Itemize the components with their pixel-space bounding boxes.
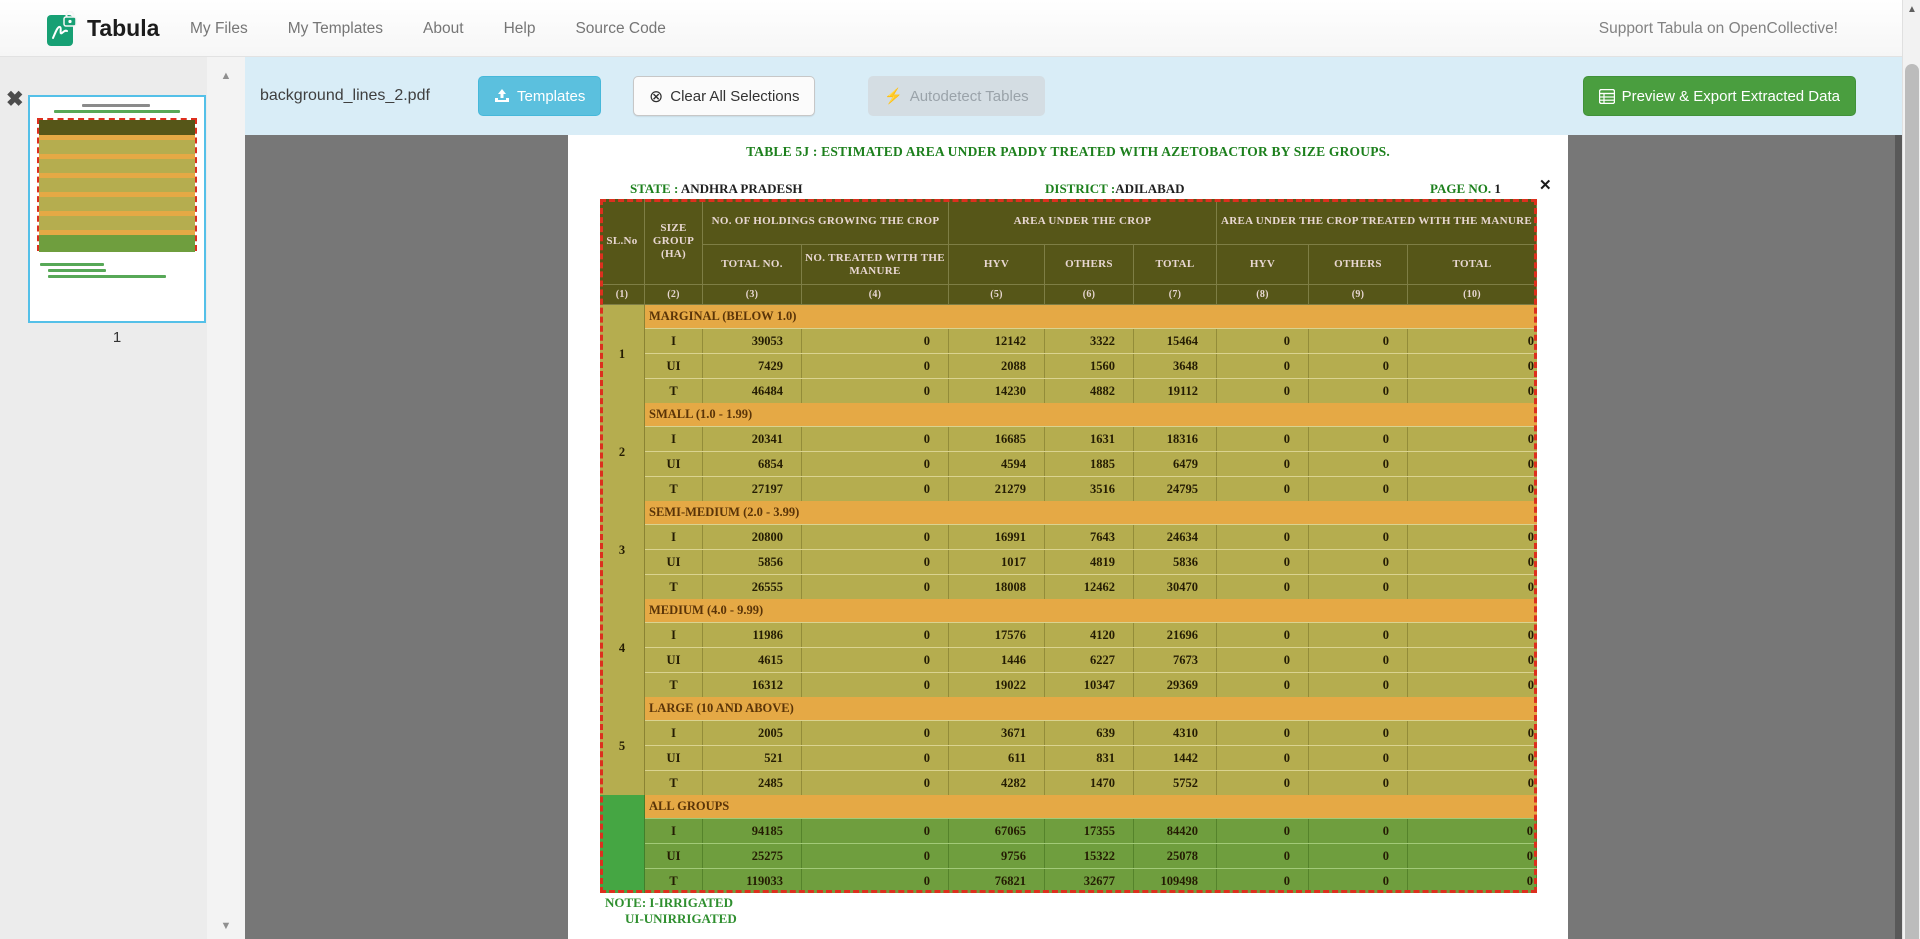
preview-export-button[interactable]: Preview & Export Extracted Data [1583, 76, 1856, 116]
pdf-viewer-area: TABLE 5J : ESTIMATED AREA UNDER PADDY TR… [245, 135, 1902, 939]
thumb-subtitle-line [54, 110, 180, 113]
pdf-table-title: TABLE 5J : ESTIMATED AREA UNDER PADDY TR… [568, 144, 1568, 160]
nav-my-templates[interactable]: My Templates [288, 20, 383, 38]
tabula-app: Tabula My Files My Templates About Help … [0, 0, 1920, 939]
filename-label: background_lines_2.pdf [260, 57, 430, 135]
clear-all-selections-button[interactable]: ⊗ Clear All Selections [633, 76, 815, 116]
clear-button-label: Clear All Selections [670, 88, 799, 105]
autodetect-tables-button[interactable]: ⚡ Autodetect Tables [868, 76, 1045, 116]
pdf-page[interactable]: TABLE 5J : ESTIMATED AREA UNDER PADDY TR… [568, 135, 1568, 939]
district-meta: DISTRICT :ADILABAD [1045, 181, 1185, 197]
nav-help[interactable]: Help [504, 20, 536, 38]
nav-my-files[interactable]: My Files [190, 20, 248, 38]
pageno-meta: PAGE NO. 1 [1430, 181, 1501, 197]
support-link[interactable]: Support Tabula on OpenCollective! [1599, 0, 1838, 57]
scroll-up-icon[interactable]: ▲ [207, 70, 245, 82]
page-1-thumbnail[interactable] [28, 95, 206, 323]
thumb-title-line [82, 104, 150, 107]
thumb-note-line [40, 263, 104, 266]
clear-circle-x-icon: ⊗ [649, 88, 663, 105]
autodetect-button-label: Autodetect Tables [910, 88, 1029, 105]
table-selection-box[interactable] [600, 199, 1537, 893]
export-button-label: Preview & Export Extracted Data [1622, 88, 1840, 105]
thumb-note-line [48, 275, 166, 278]
tabula-logo-icon [47, 11, 78, 46]
brand-name: Tabula [87, 15, 159, 42]
nav-source-code[interactable]: Source Code [575, 20, 665, 38]
scrollbar-thumb[interactable] [1905, 64, 1919, 939]
nav-links: My Files My Templates About Help Source … [190, 0, 666, 57]
thumb-note-line [48, 269, 106, 272]
bolt-icon: ⚡ [884, 87, 903, 105]
templates-button-label: Templates [517, 88, 585, 105]
page-number-label: 1 [28, 329, 206, 346]
brand[interactable]: Tabula [47, 0, 159, 57]
state-meta: STATE : ANDHRA PRADESH [630, 181, 803, 197]
selection-close-icon[interactable]: ✕ [1539, 178, 1552, 193]
table-list-icon [1599, 89, 1615, 104]
toolbar: background_lines_2.pdf Templates ⊗ Clear… [245, 57, 1902, 135]
scroll-down-icon[interactable]: ▼ [207, 920, 245, 932]
save-template-icon [494, 88, 510, 104]
pdf-notes: NOTE: I-IRRIGATED UI-UNIRRIGATED [605, 895, 737, 927]
window-scrollbar[interactable]: ▲ [1902, 0, 1920, 939]
nav-about[interactable]: About [423, 20, 464, 38]
sidebar-scrollbar[interactable]: ▲ ▼ [207, 57, 245, 939]
thumbnail-mini-table [37, 118, 197, 251]
templates-button[interactable]: Templates [478, 76, 601, 116]
scrollbar-up-icon[interactable]: ▲ [1903, 4, 1920, 15]
remove-page-icon[interactable]: ✖ [6, 89, 24, 110]
navbar: Tabula My Files My Templates About Help … [0, 0, 1920, 57]
page-thumbnail-sidebar: ▲ ▼ ✖ 1 [0, 57, 245, 939]
